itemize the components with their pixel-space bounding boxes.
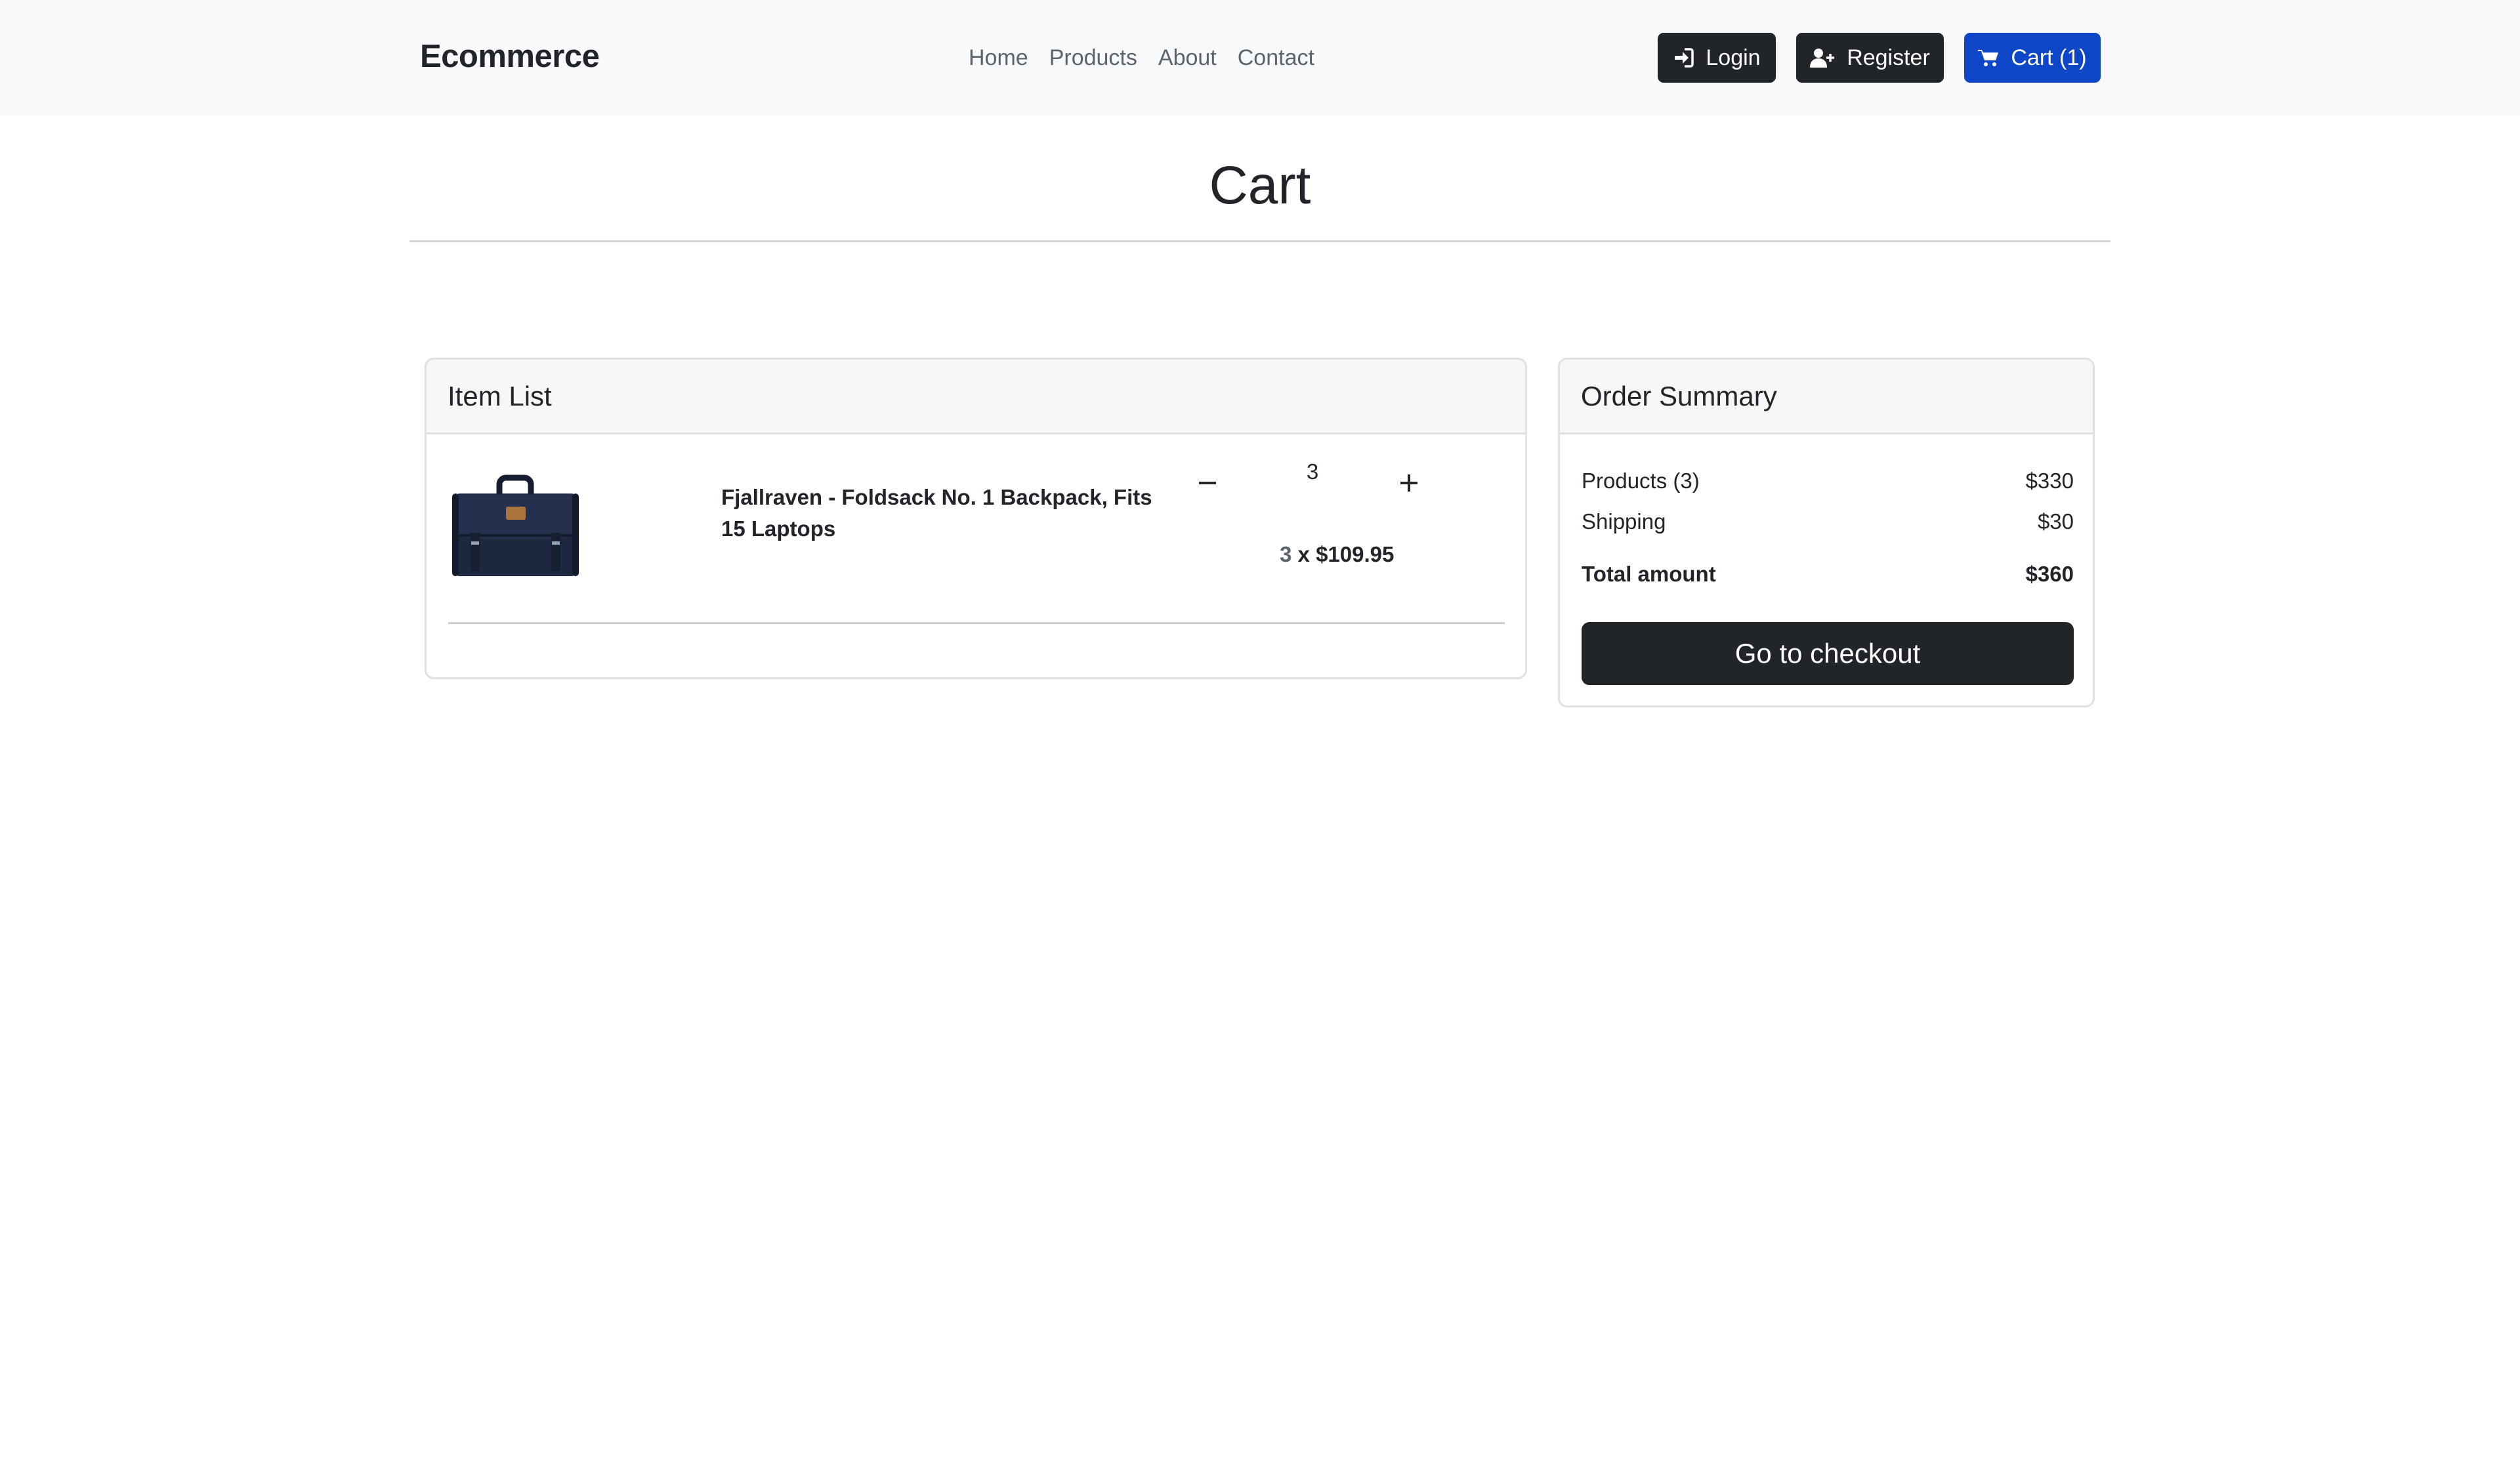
- order-summary-card: Order Summary Products (3) $330 Shipping…: [1558, 358, 2095, 707]
- login-button[interactable]: Login: [1658, 33, 1776, 83]
- quantity-value: 3: [1306, 459, 1319, 484]
- unit-price: $109.95: [1316, 542, 1395, 566]
- nav-links: Home Products About Contact: [958, 43, 1325, 72]
- total-label: Total amount: [1582, 562, 1716, 586]
- nav-link-products[interactable]: Products: [1039, 43, 1148, 72]
- increase-quantity-button[interactable]: [1389, 463, 1429, 503]
- cart-button[interactable]: Cart (1): [1964, 33, 2101, 83]
- title-divider: [410, 240, 2110, 242]
- nav-link-contact[interactable]: Contact: [1227, 43, 1325, 72]
- page-title: Cart: [1209, 156, 1311, 215]
- sign-in-icon: [1675, 48, 1694, 68]
- total-value: $360: [2025, 562, 2074, 586]
- cart-label: Cart (1): [2011, 45, 2087, 70]
- order-summary-header: Order Summary: [1560, 360, 2093, 434]
- shopping-cart-icon: [1978, 50, 1999, 66]
- user-plus-icon: [1810, 49, 1835, 68]
- brand-logo[interactable]: Ecommerce: [420, 38, 600, 75]
- navbar: Ecommerce Home Products About Contact Lo…: [0, 0, 2520, 116]
- shipping-value: $30: [2037, 509, 2074, 534]
- checkout-button[interactable]: Go to checkout: [1582, 622, 2074, 685]
- products-label: Products (3): [1582, 469, 1700, 493]
- summary-total-row: Total amount $360: [1582, 562, 2074, 587]
- summary-shipping-row: Shipping $30: [1582, 509, 2074, 534]
- price-quantity: 3: [1280, 542, 1292, 566]
- item-divider: [448, 622, 1505, 624]
- products-value: $330: [2025, 469, 2074, 493]
- register-button[interactable]: Register: [1796, 33, 1944, 83]
- item-list-header: Item List: [427, 360, 1525, 434]
- nav-link-about[interactable]: About: [1148, 43, 1227, 72]
- shipping-label: Shipping: [1582, 509, 1666, 534]
- backpack-image[interactable]: [448, 472, 583, 581]
- register-label: Register: [1847, 45, 1930, 70]
- decrease-quantity-button[interactable]: [1188, 463, 1227, 503]
- summary-products-row: Products (3) $330: [1582, 469, 2074, 494]
- nav-link-home[interactable]: Home: [958, 43, 1039, 72]
- product-name[interactable]: Fjallraven - Foldsack No. 1 Backpack, Fi…: [721, 482, 1167, 545]
- item-price: 3 x $109.95: [1280, 542, 1394, 567]
- plus-icon: [1400, 474, 1418, 492]
- price-separator: x: [1292, 542, 1316, 566]
- minus-icon: [1199, 482, 1216, 484]
- login-label: Login: [1706, 45, 1761, 70]
- item-list-card: Item List Fjallraven - Foldsack No. 1 Ba…: [425, 358, 1527, 679]
